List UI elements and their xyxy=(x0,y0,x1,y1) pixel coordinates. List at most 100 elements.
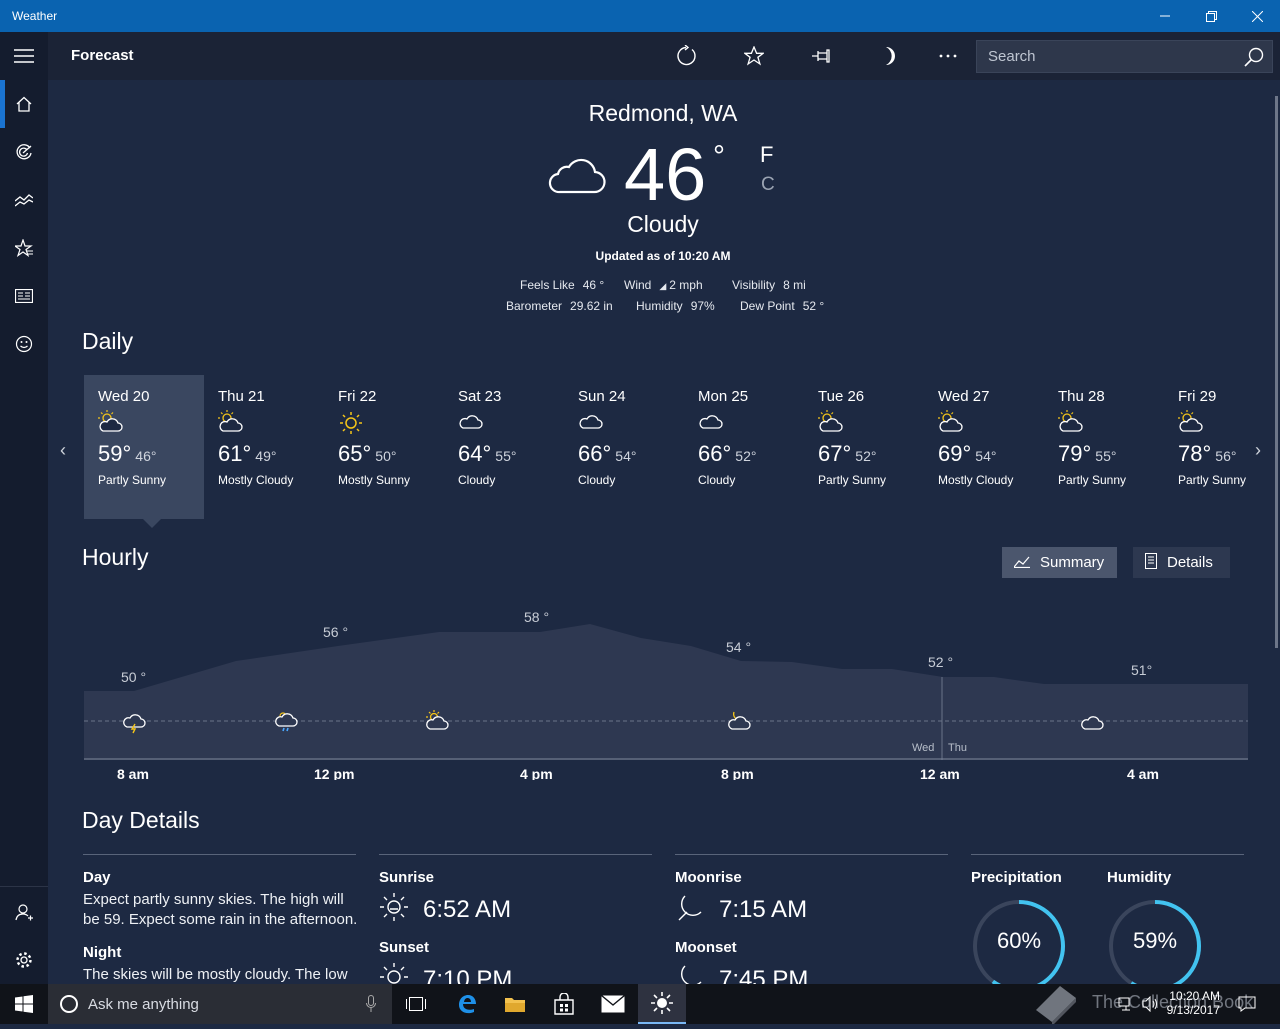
daily-day-card[interactable]: Fri 29 78° 56° Partly Sunny xyxy=(1164,375,1272,519)
daily-day-card[interactable]: Thu 28 79° 55° Partly Sunny xyxy=(1044,375,1164,519)
unit-fahrenheit[interactable]: F xyxy=(760,142,773,168)
day-high: 79° xyxy=(1058,441,1092,466)
day-temps: 66° 52° xyxy=(698,441,804,469)
day-high: 78° xyxy=(1178,441,1212,466)
minimize-button[interactable] xyxy=(1142,0,1188,32)
night-text: The skies will be mostly cloudy. The low xyxy=(83,966,348,983)
day-condition: Partly Sunny xyxy=(1178,473,1247,487)
day-high: 66° xyxy=(698,441,732,466)
moon-times: Moonrise 7:15 AM Moonset 7:45 PM xyxy=(675,854,948,984)
cortana-search-input[interactable] xyxy=(88,984,348,1024)
moonset-row: 7:45 PM xyxy=(675,962,948,984)
search-input[interactable] xyxy=(977,41,1237,72)
details-label: Details xyxy=(1167,554,1213,571)
hour-tick-label: 4 pm xyxy=(520,766,553,780)
system-clock[interactable]: 10:20 AM 9/13/2017 xyxy=(1160,989,1220,1017)
sunrise-icon xyxy=(379,892,409,927)
degree-symbol: ° xyxy=(713,140,725,173)
daily-day-card[interactable]: Sun 24 66° 54° Cloudy xyxy=(564,375,684,519)
precipitation-gauge: 60% xyxy=(971,898,1067,984)
daily-prev-arrow-icon[interactable]: ‹ xyxy=(60,440,66,461)
daily-day-card[interactable]: Wed 27 69° 54° Mostly Cloudy xyxy=(924,375,1044,519)
action-center-icon[interactable] xyxy=(1238,996,1256,1017)
unit-celsius[interactable]: C xyxy=(761,174,775,196)
edge-browser-icon[interactable] xyxy=(443,984,491,1024)
file-explorer-icon[interactable] xyxy=(491,984,539,1024)
day-condition: Cloudy xyxy=(578,473,616,487)
nav-places-star-icon[interactable] xyxy=(0,224,48,272)
volume-icon[interactable] xyxy=(1142,995,1158,1017)
nav-divider xyxy=(0,886,48,887)
close-button[interactable] xyxy=(1234,0,1280,32)
visibility-label: Visibility xyxy=(732,278,776,292)
nav-forecast-home-icon[interactable] xyxy=(0,80,48,128)
start-windows-icon[interactable] xyxy=(0,984,48,1024)
wind-value: 2 mph xyxy=(669,278,703,292)
vertical-scrollbar[interactable] xyxy=(1275,96,1278,648)
day-low: 50° xyxy=(375,448,397,464)
day-label: Day xyxy=(83,869,111,886)
day-name: Sat 23 xyxy=(458,388,502,405)
daily-day-card[interactable]: Fri 22 65° 50° Mostly Sunny xyxy=(324,375,444,519)
day-condition: Cloudy xyxy=(698,473,736,487)
barometer: Barometer 29.62 in xyxy=(506,299,613,313)
taskbar: The Collection Book 10:20 AM 9/13/2017 xyxy=(0,984,1280,1026)
task-view-icon[interactable] xyxy=(392,984,440,1024)
mail-icon[interactable] xyxy=(589,984,637,1024)
dark-mode-moon-icon[interactable] xyxy=(878,44,902,68)
day-condition: Partly Sunny xyxy=(1058,473,1127,487)
daily-day-card[interactable]: Tue 26 67° 52° Partly Sunny xyxy=(804,375,924,519)
hourly-temp-label: 51° xyxy=(1131,662,1152,678)
favorite-star-icon[interactable] xyxy=(742,44,766,68)
moonrise-label: Moonrise xyxy=(675,869,742,886)
daily-strip: Wed 20 59° 46° Partly Sunny Thu 21 61° 49° Most… xyxy=(84,375,1248,519)
clock-date: 9/13/2017 xyxy=(1166,1003,1220,1017)
nav-historical-weather-icon[interactable] xyxy=(0,176,48,224)
store-icon[interactable] xyxy=(540,984,588,1024)
day-high: 61° xyxy=(218,441,252,466)
day-low: 52° xyxy=(735,448,757,464)
pin-icon[interactable] xyxy=(810,44,834,68)
microphone-icon[interactable] xyxy=(366,995,376,1018)
restore-button[interactable] xyxy=(1188,0,1234,32)
hamburger-menu-icon[interactable] xyxy=(0,32,48,80)
refresh-icon[interactable] xyxy=(674,44,698,68)
day-condition: Mostly Cloudy xyxy=(218,473,294,487)
daily-day-card[interactable]: Sat 23 64° 55° Cloudy xyxy=(444,375,564,519)
day-low: 56° xyxy=(1215,448,1237,464)
day-name: Thu 21 xyxy=(218,388,265,405)
partly-sunny-icon xyxy=(218,410,324,436)
day-condition: Mostly Cloudy xyxy=(938,473,1014,487)
moonset-label: Moonset xyxy=(675,939,737,956)
day-temps: 64° 55° xyxy=(458,441,564,469)
hour-tick-label: 12 pm xyxy=(314,766,354,780)
hourly-temp-label: 50 ° xyxy=(121,669,146,685)
daily-day-card[interactable]: Mon 25 66° 52° Cloudy xyxy=(684,375,804,519)
account-icon[interactable] xyxy=(0,888,48,936)
nav-news-icon[interactable] xyxy=(0,272,48,320)
daily-day-card[interactable]: Wed 20 59° 46° Partly Sunny xyxy=(84,375,204,519)
day-condition: Partly Sunny xyxy=(98,473,167,487)
moonrise-row: 7:15 AM xyxy=(675,892,948,927)
summary-button[interactable]: Summary xyxy=(1002,547,1117,578)
details-button[interactable]: Details xyxy=(1133,547,1230,578)
weather-app-taskbar-icon[interactable] xyxy=(638,984,686,1024)
window-title: Weather xyxy=(12,9,58,23)
nav-feedback-smiley-icon[interactable] xyxy=(0,320,48,368)
network-icon[interactable] xyxy=(1118,996,1134,1017)
forecast-content: Redmond, WA 46 ° F C Cloudy Updated as o… xyxy=(48,80,1272,984)
settings-gear-icon[interactable] xyxy=(0,936,48,984)
current-temperature: 46 xyxy=(624,133,707,216)
more-options-icon[interactable] xyxy=(936,44,960,68)
partly-sunny-icon xyxy=(1058,410,1164,436)
updated-time: Updated as of 10:20 AM xyxy=(595,249,731,263)
search-icon[interactable] xyxy=(1244,47,1264,72)
cloudy-icon xyxy=(458,410,564,436)
humidity-gauge-value: 59% xyxy=(1132,928,1178,953)
clock-time: 10:20 AM xyxy=(1169,989,1220,1003)
dew-point-label: Dew Point xyxy=(740,299,795,313)
nav-maps-radar-icon[interactable] xyxy=(0,128,48,176)
day-high: 66° xyxy=(578,441,612,466)
partly-sunny-icon xyxy=(1178,410,1272,436)
daily-day-card[interactable]: Thu 21 61° 49° Mostly Cloudy xyxy=(204,375,324,519)
